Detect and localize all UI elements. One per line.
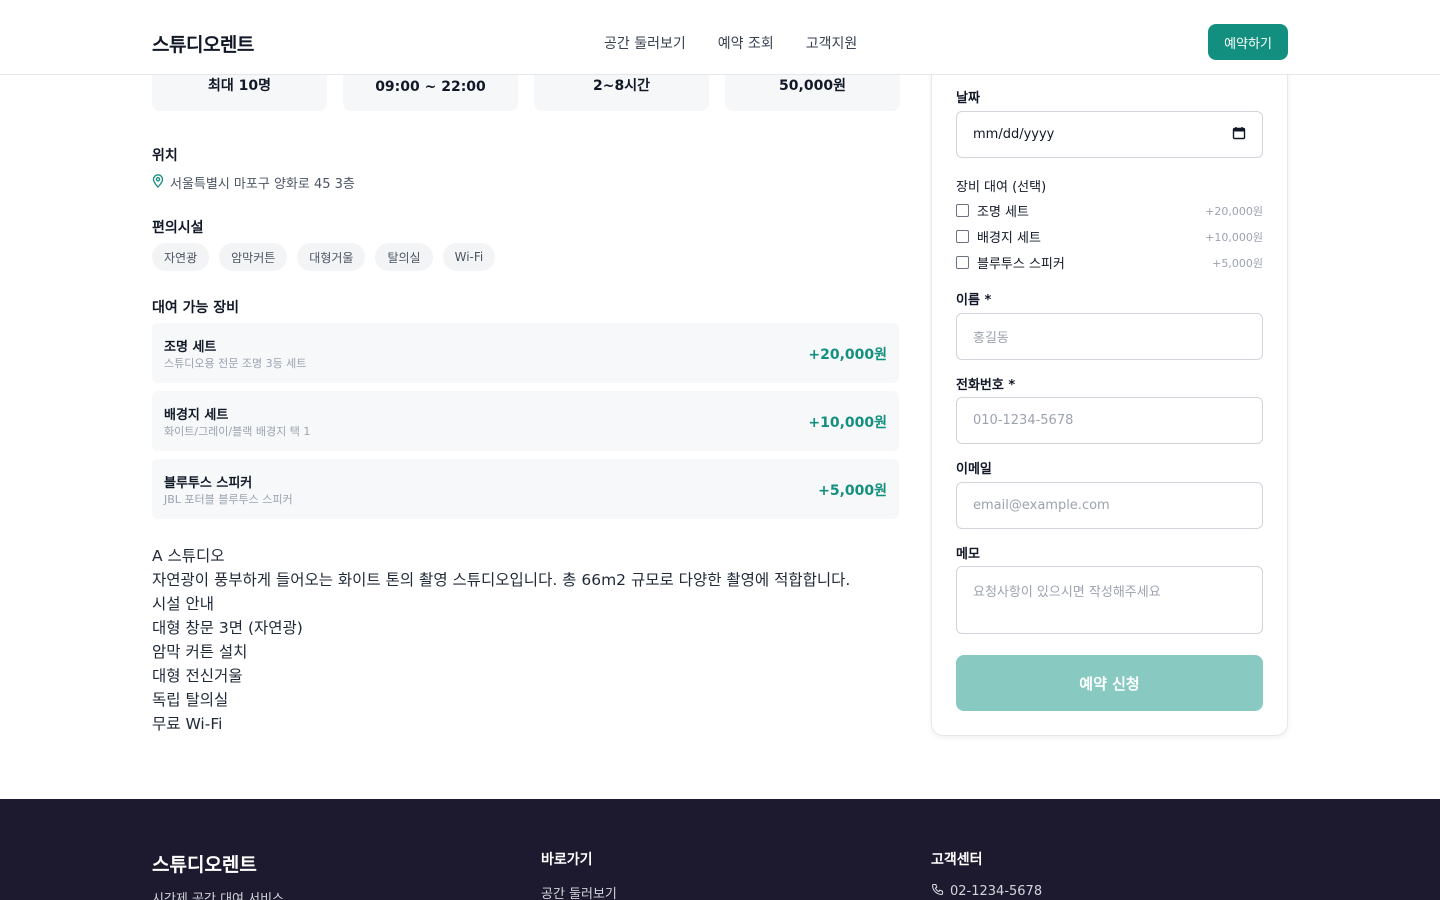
submit-booking-button[interactable]: 예약 신청: [956, 655, 1263, 711]
site-footer: 스튜디오렌트 시간제 공간 대여 서비스 바로가기 공간 둘러보기 고객센터 0…: [0, 799, 1440, 900]
location-title: 위치: [152, 148, 178, 164]
phone-icon: [931, 883, 944, 900]
phone-label: 전화번호 *: [956, 378, 1016, 393]
equipment-card-lighting: 조명 세트 스튜디오용 전문 조명 3등 세트 +20,000원: [152, 323, 899, 383]
equipment-rental-label: 장비 대여 (선택): [956, 180, 1047, 195]
option-price: +20,000원: [1205, 204, 1263, 218]
equipment-desc: 스튜디오용 전문 조명 3등 세트: [164, 357, 307, 370]
name-input[interactable]: 홍길동: [956, 313, 1263, 360]
logo[interactable]: 스튜디오렌트: [152, 30, 254, 57]
amenity-tag: 대형거울: [297, 243, 366, 271]
equipment-price: +5,000원: [818, 483, 887, 499]
option-name: 배경지 세트: [977, 231, 1041, 246]
checkbox[interactable]: [956, 204, 969, 217]
equipment-name: 조명 세트: [164, 340, 217, 355]
equipment-desc: 화이트/그레이/블랙 배경지 택 1: [164, 425, 311, 438]
site-header: 스튜디오렌트 공간 둘러보기 예약 조회 고객지원 예약하기: [0, 0, 1440, 75]
date-field[interactable]: mm/dd/yyyy: [956, 111, 1263, 158]
footer-link-browse[interactable]: 공간 둘러보기: [541, 883, 617, 900]
description-line: 시설 안내: [152, 595, 214, 613]
nav-support[interactable]: 고객지원: [806, 33, 858, 53]
equipment-name: 블루투스 스피커: [164, 476, 253, 491]
date-label: 날짜: [956, 91, 980, 106]
option-backdrop[interactable]: 배경지 세트 +10,000원: [956, 227, 1263, 246]
description-line: 자연광이 풍부하게 들어오는 화이트 톤의 촬영 스튜디오입니다. 총 66m2…: [152, 571, 851, 589]
amenity-tag: 탈의실: [375, 243, 433, 271]
description-line: 대형 창문 3면 (자연광): [152, 619, 303, 637]
equipment-name: 배경지 세트: [164, 408, 229, 423]
amenity-tag: 자연광: [152, 243, 210, 271]
email-input[interactable]: email@example.com: [956, 482, 1263, 529]
option-name: 블루투스 스피커: [977, 257, 1065, 272]
equipment-desc: JBL 포터블 블루투스 스피커: [164, 493, 293, 506]
memo-label: 메모: [956, 547, 980, 562]
location-row: 서울특별시 마포구 양화로 45 3층: [152, 173, 355, 192]
calendar-icon[interactable]: [1232, 126, 1246, 144]
phone-input[interactable]: 010-1234-5678: [956, 397, 1263, 444]
footer-tagline: 시간제 공간 대여 서비스: [152, 892, 284, 900]
option-speaker[interactable]: 블루투스 스피커 +5,000원: [956, 253, 1263, 272]
book-now-button[interactable]: 예약하기: [1208, 24, 1288, 60]
equipment-card-speaker: 블루투스 스피커 JBL 포터블 블루투스 스피커 +5,000원: [152, 459, 899, 519]
option-price: +5,000원: [1212, 256, 1263, 270]
option-name: 조명 세트: [977, 205, 1029, 220]
email-label: 이메일: [956, 462, 992, 477]
description-line: A 스튜디오: [152, 547, 225, 565]
amenities-title: 편의시설: [152, 220, 204, 236]
equipment-price: +20,000원: [808, 347, 887, 363]
main-nav: 공간 둘러보기 예약 조회 고객지원: [604, 33, 857, 53]
option-price: +10,000원: [1205, 230, 1263, 244]
equipment-card-backdrop: 배경지 세트 화이트/그레이/블랙 배경지 택 1 +10,000원: [152, 391, 899, 451]
description-line: 무료 Wi-Fi: [152, 715, 223, 733]
address: 서울특별시 마포구 양화로 45 3층: [170, 177, 355, 192]
amenity-tag: Wi-Fi: [442, 243, 496, 271]
description-line: 암막 커튼 설치: [152, 643, 248, 661]
nav-booking-lookup[interactable]: 예약 조회: [718, 33, 774, 53]
checkbox[interactable]: [956, 256, 969, 269]
amenity-tag: 암막커튼: [219, 243, 288, 271]
description-line: 대형 전신거울: [152, 667, 243, 685]
nav-browse-spaces[interactable]: 공간 둘러보기: [604, 33, 686, 53]
checkbox[interactable]: [956, 230, 969, 243]
description-line: 독립 탈의실: [152, 691, 229, 709]
footer-logo: 스튜디오렌트: [152, 854, 257, 876]
name-label: 이름 *: [956, 293, 992, 308]
equipment-price: +10,000원: [808, 415, 887, 431]
date-value: mm/dd/yyyy: [973, 127, 1055, 142]
memo-textarea[interactable]: 요청사항이 있으시면 작성해주세요: [956, 566, 1263, 634]
map-pin-icon: [152, 173, 164, 192]
space-description: A 스튜디오 자연광이 풍부하게 들어오는 화이트 톤의 촬영 스튜디오입니다.…: [152, 544, 850, 736]
footer-phone: 02-1234-5678: [931, 883, 1042, 900]
option-lighting[interactable]: 조명 세트 +20,000원: [956, 201, 1263, 220]
phone-number: 02-1234-5678: [950, 884, 1043, 899]
equipment-title: 대여 가능 장비: [152, 300, 240, 316]
footer-support-title: 고객센터: [931, 852, 983, 868]
booking-panel: 날짜 mm/dd/yyyy 장비 대여 (선택) 조명 세트 +20,000원 …: [931, 0, 1288, 736]
amenity-tags: 자연광 암막커튼 대형거울 탈의실 Wi-Fi: [152, 243, 496, 271]
footer-links-title: 바로가기: [541, 852, 593, 868]
